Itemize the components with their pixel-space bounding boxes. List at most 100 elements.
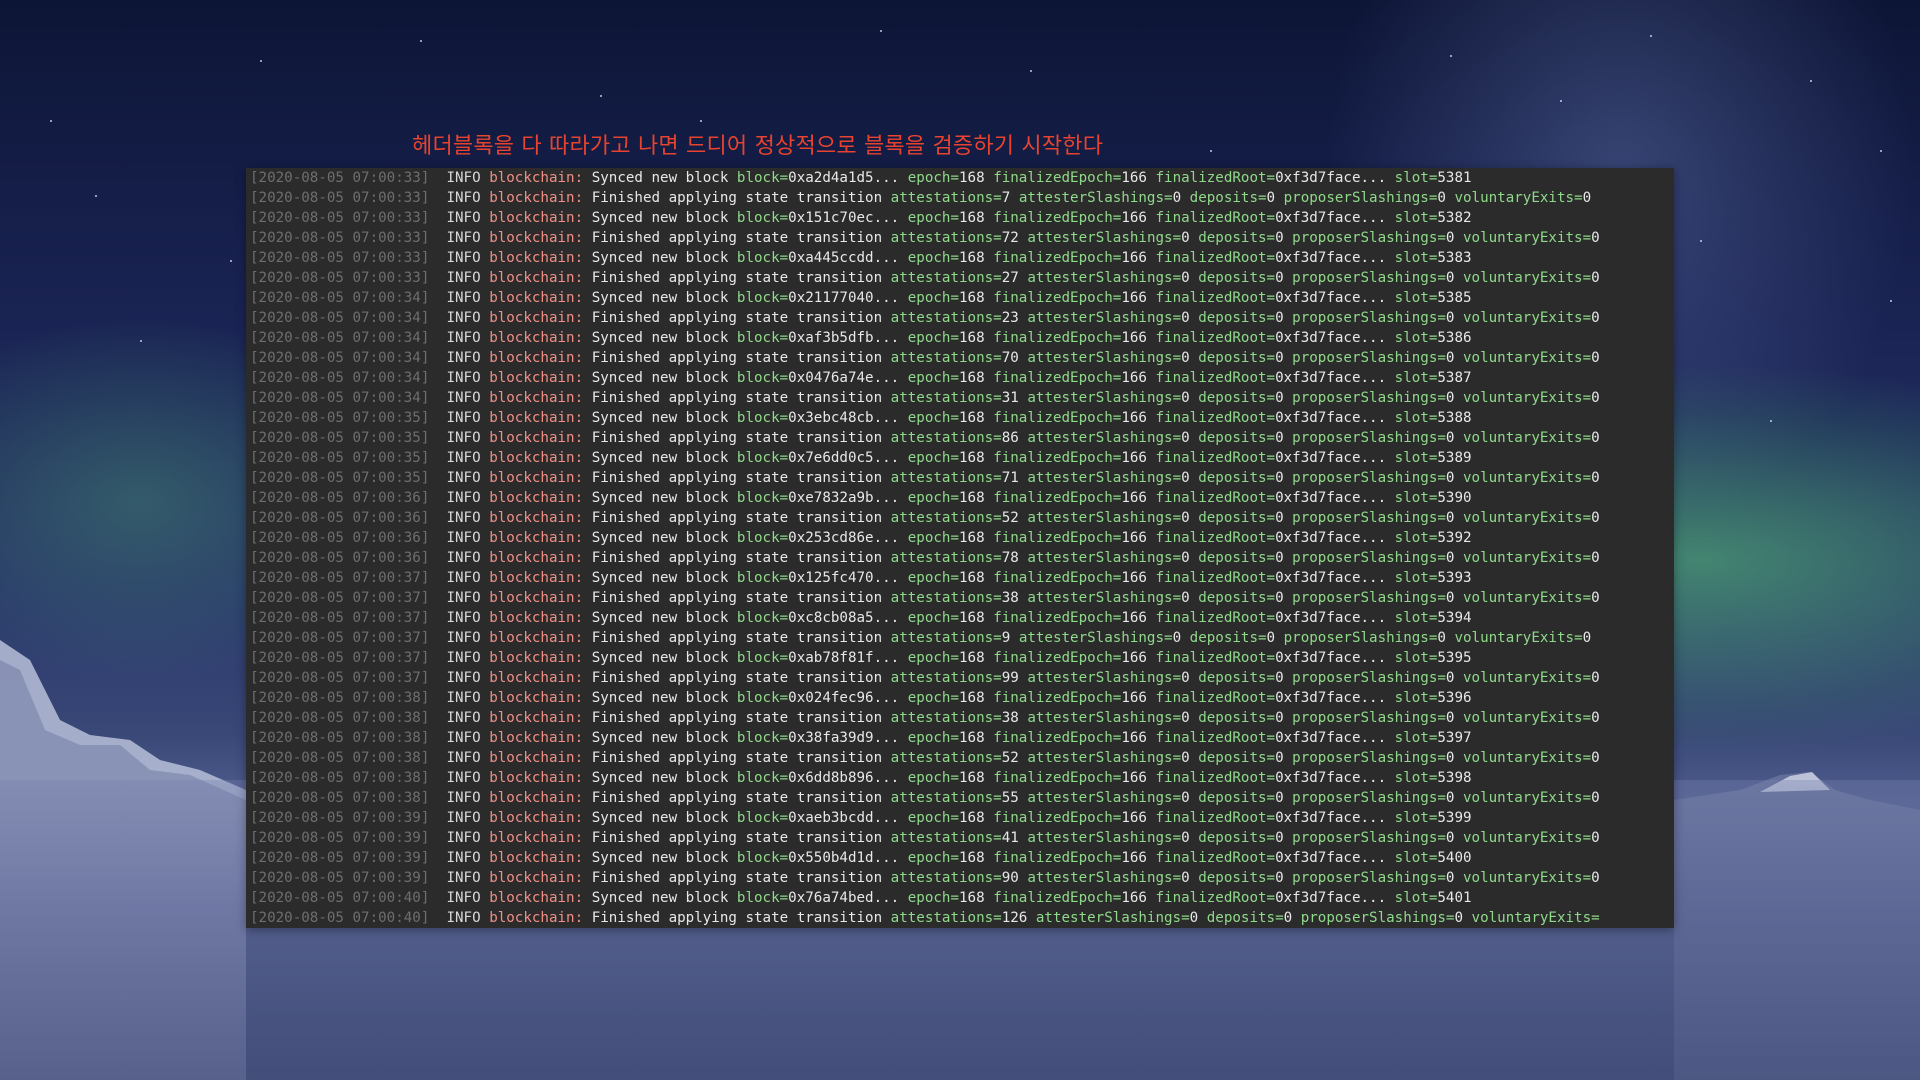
log-timestamp: [2020-08-05 07:00:39] (250, 830, 430, 846)
log-field-value: 0 (1181, 870, 1190, 886)
log-field-value: 0x125fc470... (788, 570, 900, 586)
log-timestamp: [2020-08-05 07:00:36] (250, 530, 430, 546)
log-level: INFO (446, 330, 481, 346)
log-message: Finished applying state transition (591, 310, 883, 326)
log-component: blockchain: (489, 830, 584, 846)
log-field-key: epoch= (907, 210, 960, 226)
log-field-key: finalizedRoot= (1155, 170, 1276, 186)
log-component: blockchain: (489, 730, 584, 746)
log-level: INFO (446, 890, 481, 906)
log-field-value: 0x024fec96... (788, 690, 900, 706)
log-timestamp: [2020-08-05 07:00:35] (250, 450, 430, 466)
log-field-key: deposits= (1198, 790, 1276, 806)
log-field-key: deposits= (1198, 230, 1276, 246)
log-timestamp: [2020-08-05 07:00:39] (250, 810, 430, 826)
log-message: Finished applying state transition (591, 550, 883, 566)
log-field-key: finalizedRoot= (1155, 290, 1276, 306)
log-level: INFO (446, 390, 481, 406)
log-level: INFO (446, 690, 481, 706)
log-field-key: voluntaryExits= (1463, 750, 1592, 766)
log-timestamp: [2020-08-05 07:00:39] (250, 870, 430, 886)
log-field-value: 0 (1172, 630, 1182, 646)
log-message: Synced new block (591, 170, 729, 186)
log-field-value: 0 (1591, 710, 1600, 726)
log-field-value: 9 (1001, 630, 1011, 646)
log-level: INFO (446, 350, 481, 366)
log-field-key: attesterSlashings= (1027, 430, 1182, 446)
log-field-key: epoch= (907, 690, 960, 706)
log-field-value: 5385 (1437, 290, 1472, 306)
log-field-value: 0xf3d7face... (1275, 170, 1387, 186)
log-field-key: deposits= (1189, 190, 1267, 206)
log-field-value: 0 (1591, 470, 1600, 486)
log-field-key: slot= (1394, 570, 1438, 586)
log-line: [2020-08-05 07:00:34] INFO blockchain: S… (246, 328, 1674, 348)
terminal-log-window[interactable]: [2020-08-05 07:00:33] INFO blockchain: S… (246, 168, 1674, 928)
log-field-value: 0 (1582, 630, 1592, 646)
log-field-value: 5401 (1437, 890, 1472, 906)
log-field-key: epoch= (907, 770, 960, 786)
log-message: Finished applying state transition (591, 430, 883, 446)
log-field-key: voluntaryExits= (1463, 430, 1592, 446)
log-field-key: finalizedEpoch= (993, 850, 1122, 866)
log-level: INFO (446, 570, 481, 586)
log-field-key: attestations= (890, 870, 1002, 886)
log-field-value: 166 (1121, 650, 1147, 666)
log-field-key: proposerSlashings= (1292, 430, 1446, 446)
log-field-value: 0xf3d7face... (1275, 650, 1387, 666)
log-message: Synced new block (591, 530, 729, 546)
log-field-value: 0 (1445, 430, 1455, 446)
log-field-value: 5398 (1437, 770, 1472, 786)
log-field-key: slot= (1394, 890, 1438, 906)
log-field-key: voluntaryExits= (1463, 470, 1592, 486)
log-field-value: 0 (1181, 430, 1190, 446)
log-field-key: block= (736, 770, 789, 786)
log-field-key: proposerSlashings= (1292, 270, 1446, 286)
log-field-value: 0xf3d7face... (1275, 250, 1387, 266)
log-message: Finished applying state transition (591, 270, 883, 286)
log-level: INFO (446, 290, 481, 306)
log-field-key: finalizedEpoch= (993, 610, 1122, 626)
log-field-value: 0 (1591, 310, 1600, 326)
log-field-value: 168 (959, 570, 985, 586)
log-field-key: attesterSlashings= (1027, 790, 1182, 806)
log-field-key: attestations= (890, 390, 1002, 406)
log-field-key: slot= (1394, 290, 1438, 306)
log-timestamp: [2020-08-05 07:00:39] (250, 850, 430, 866)
log-line: [2020-08-05 07:00:33] INFO blockchain: S… (246, 248, 1674, 268)
log-field-key: slot= (1394, 410, 1438, 426)
log-field-value: 168 (959, 370, 985, 386)
log-field-key: attesterSlashings= (1027, 750, 1182, 766)
log-field-value: 5383 (1437, 250, 1472, 266)
log-field-key: finalizedRoot= (1155, 250, 1276, 266)
log-field-key: attesterSlashings= (1027, 830, 1182, 846)
log-field-value: 0x38fa39d9... (788, 730, 900, 746)
log-message: Finished applying state transition (591, 750, 883, 766)
log-field-key: epoch= (907, 610, 960, 626)
log-field-value: 0 (1582, 190, 1592, 206)
log-field-value: 0 (1275, 430, 1284, 446)
log-message: Synced new block (591, 650, 729, 666)
log-field-value: 168 (959, 650, 985, 666)
log-field-key: block= (736, 730, 789, 746)
log-field-key: deposits= (1198, 270, 1276, 286)
log-field-key: voluntaryExits= (1454, 630, 1583, 646)
log-field-key: voluntaryExits= (1463, 550, 1592, 566)
log-field-value: 0xa2d4a1d5... (788, 170, 900, 186)
log-level: INFO (446, 310, 481, 326)
log-field-key: finalizedEpoch= (993, 450, 1122, 466)
log-field-value: 0xf3d7face... (1275, 450, 1387, 466)
log-field-value: 166 (1121, 730, 1147, 746)
log-line: [2020-08-05 07:00:39] INFO blockchain: F… (246, 868, 1674, 888)
log-field-key: finalizedEpoch= (993, 570, 1122, 586)
log-timestamp: [2020-08-05 07:00:33] (250, 270, 430, 286)
log-level: INFO (446, 590, 481, 606)
log-field-value: 166 (1121, 570, 1147, 586)
log-field-value: 0xf3d7face... (1275, 290, 1387, 306)
log-field-key: attesterSlashings= (1027, 390, 1182, 406)
log-field-value: 0 (1181, 350, 1190, 366)
log-field-key: deposits= (1198, 470, 1276, 486)
log-field-value: 168 (959, 170, 985, 186)
log-line: [2020-08-05 07:00:38] INFO blockchain: F… (246, 788, 1674, 808)
log-field-value: 52 (1001, 750, 1019, 766)
